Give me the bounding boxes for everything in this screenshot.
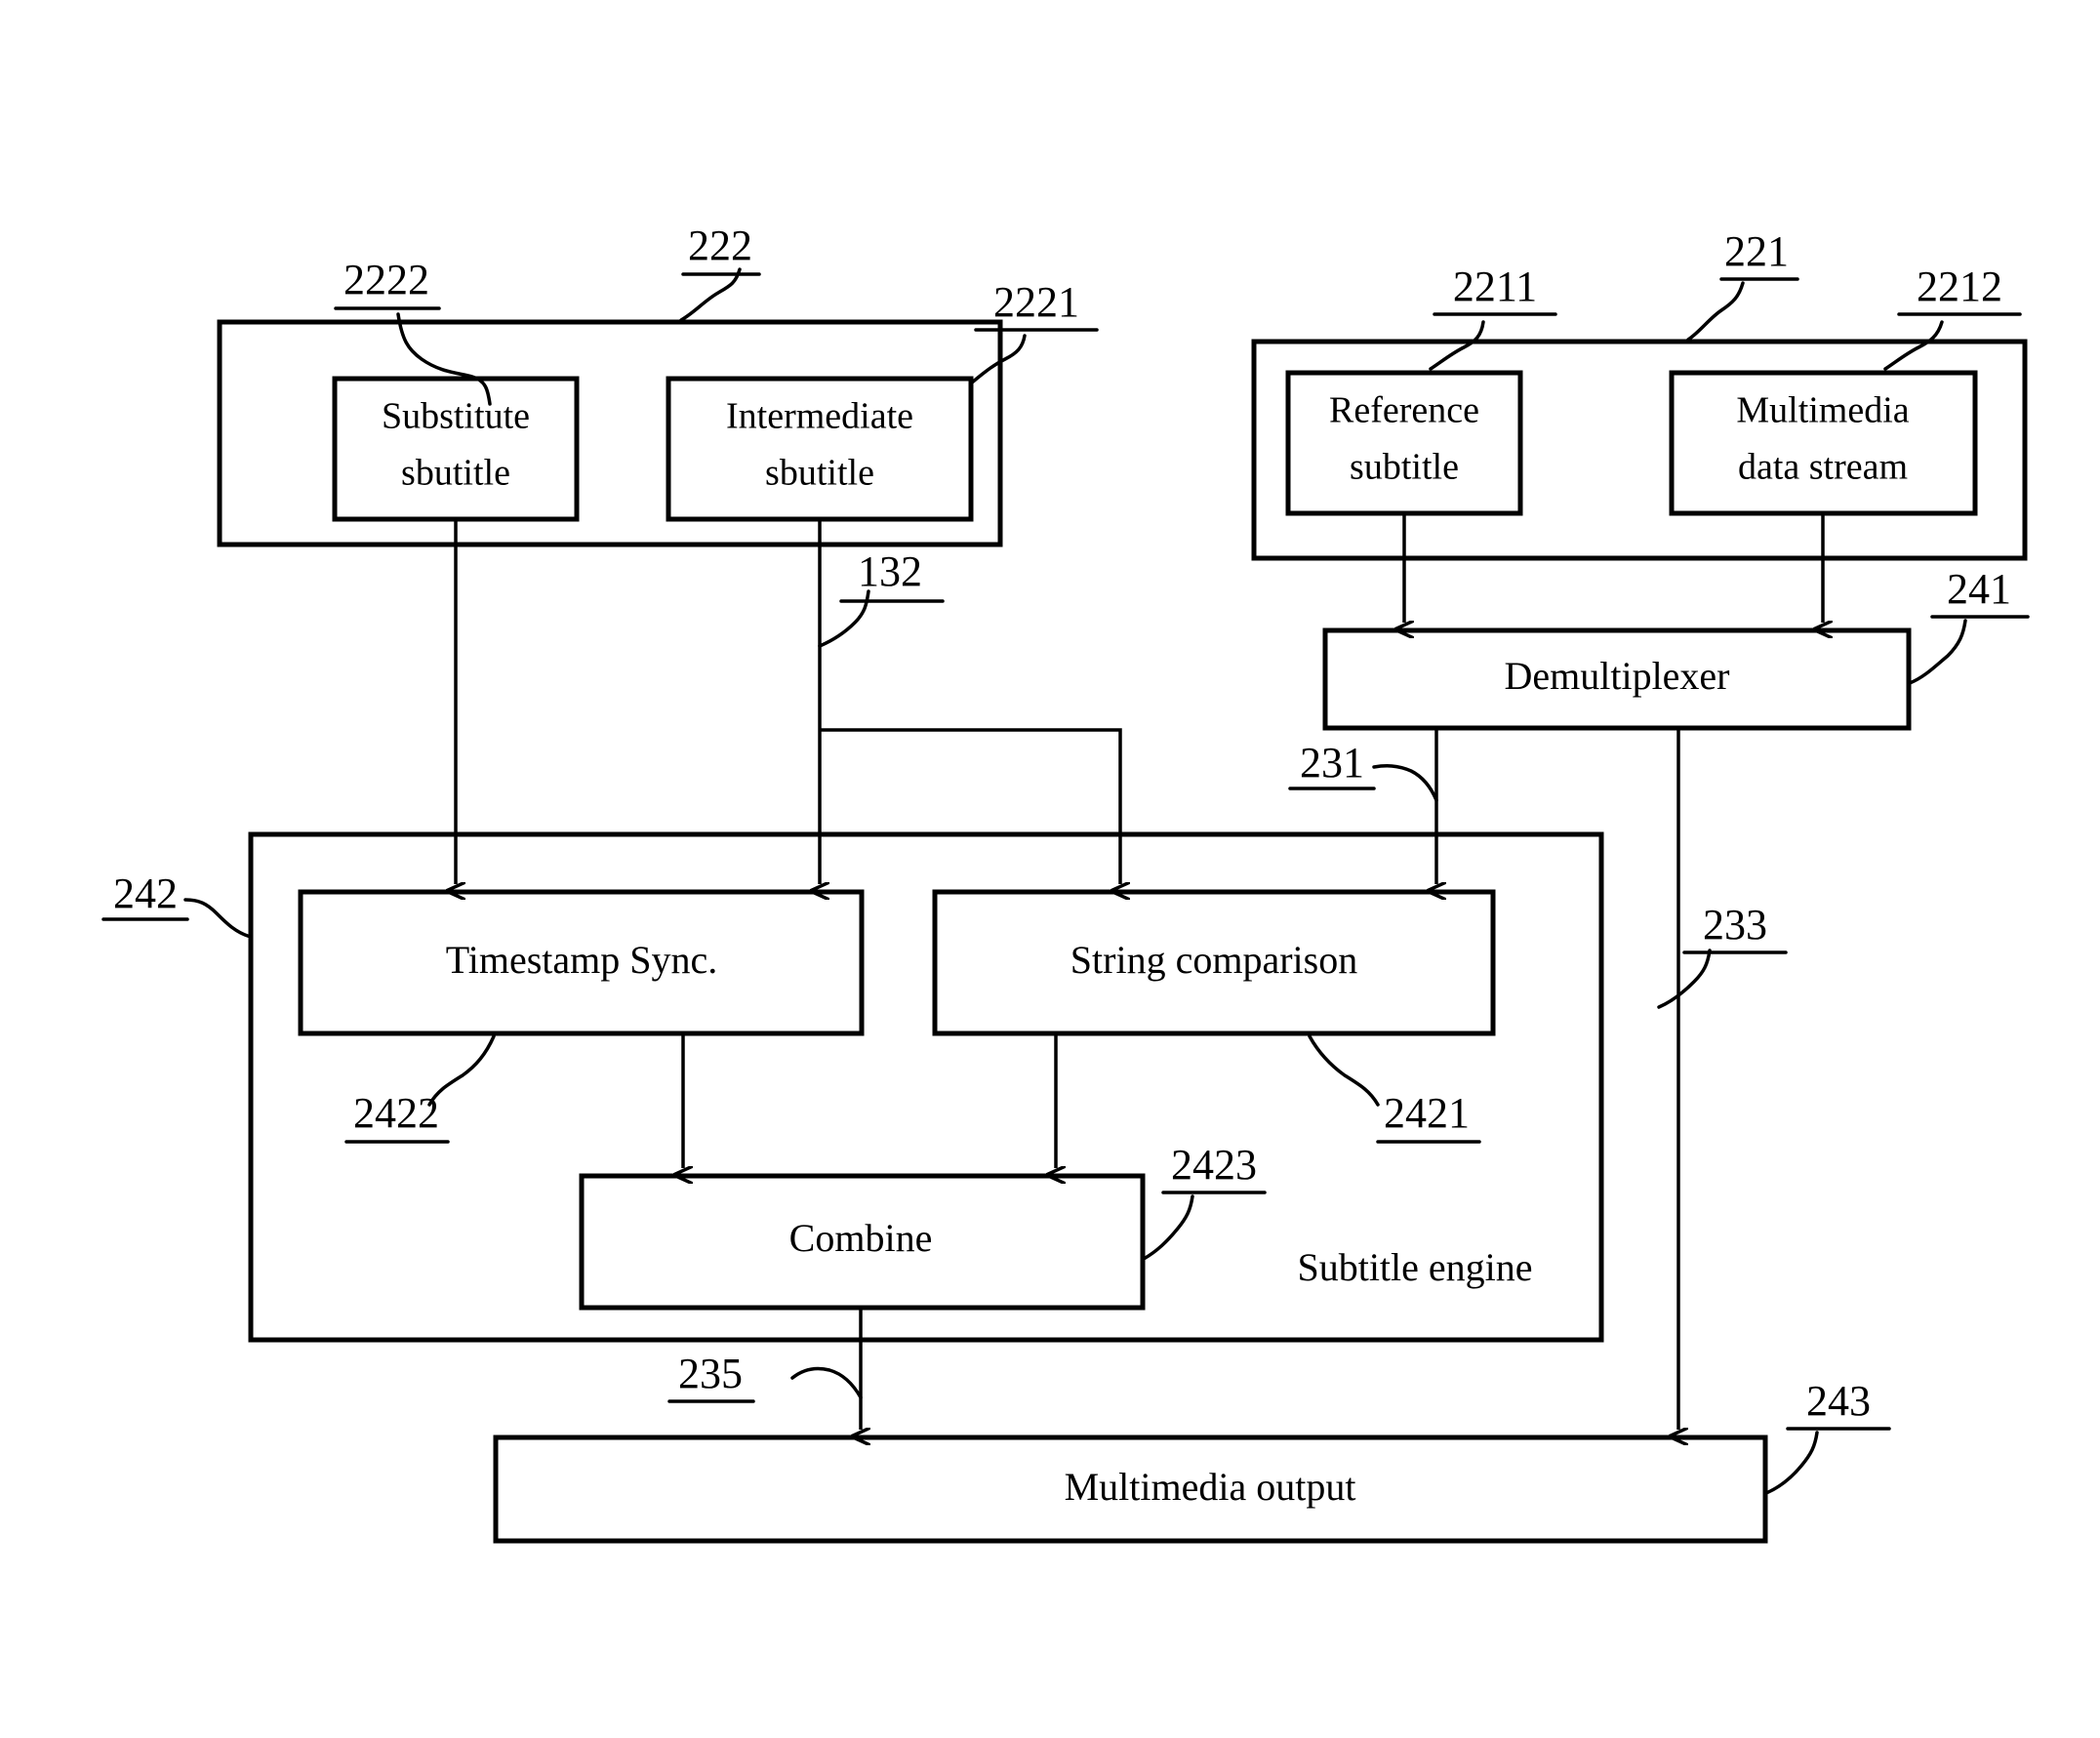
block-substitute-subtitle-line1: Substitute [382, 396, 530, 437]
block-intermediate-subtitle-line1: Intermediate [726, 396, 913, 437]
leader-line-235 [790, 1366, 863, 1399]
ref-number-221: 221 [1724, 227, 1789, 275]
leader-line-233 [1657, 949, 1712, 1009]
ref-number-235: 235 [678, 1350, 743, 1397]
leader-line-2423 [1142, 1194, 1194, 1261]
leader-line-243 [1764, 1431, 1819, 1495]
ref-number-2212: 2212 [1917, 263, 2002, 310]
ref-number-2421: 2421 [1384, 1089, 1470, 1137]
block-demultiplexer-label: Demultiplexer [1504, 654, 1729, 698]
leader-line-231 [1372, 764, 1438, 802]
leader-line-241 [1908, 619, 1967, 685]
connector-intermediate-branch-to-string-comparison [820, 728, 1120, 884]
block-reference-subtitle-line2: subtitle [1350, 447, 1459, 488]
subtitle-engine-label: Subtitle engine [1297, 1245, 1532, 1289]
ref-number-241: 241 [1947, 565, 2011, 613]
ref-number-2222: 2222 [343, 256, 429, 303]
leader-line-2211 [1429, 320, 1485, 371]
ref-number-2423: 2423 [1171, 1141, 1257, 1189]
block-multimedia-data-stream-line1: Multimedia [1736, 390, 1909, 431]
block-multimedia-output-label: Multimedia output [1065, 1465, 1356, 1509]
block-substitute-subtitle-line2: sbutitle [401, 453, 510, 494]
block-timestamp-sync-label: Timestamp Sync. [446, 938, 718, 982]
ref-number-2211: 2211 [1453, 263, 1537, 310]
block-multimedia-data-stream-line2: data stream [1738, 447, 1908, 488]
ref-number-231: 231 [1300, 739, 1364, 787]
leader-line-242 [183, 898, 253, 939]
leader-line-2212 [1883, 320, 1944, 371]
ref-number-222: 222 [688, 222, 752, 269]
ref-number-132: 132 [858, 547, 922, 595]
block-diagram-canvas: Substitute sbutitle Intermediate sbutitl… [101, 222, 2030, 1544]
ref-number-242: 242 [113, 869, 178, 917]
leader-line-2421 [1308, 1034, 1380, 1107]
ref-number-233: 233 [1703, 901, 1767, 949]
ref-number-243: 243 [1806, 1377, 1871, 1425]
leader-line-221 [1686, 281, 1745, 342]
leader-line-222 [679, 267, 742, 322]
block-string-comparison-label: String comparison [1070, 938, 1357, 982]
block-reference-subtitle-line1: Reference [1329, 390, 1479, 431]
block-combine-label: Combine [789, 1216, 933, 1260]
ref-number-2221: 2221 [993, 278, 1079, 326]
patent-figure: Substitute sbutitle Intermediate sbutitl… [0, 0, 2100, 1738]
block-intermediate-subtitle-line2: sbutitle [765, 453, 874, 494]
ref-number-2422: 2422 [353, 1089, 439, 1137]
